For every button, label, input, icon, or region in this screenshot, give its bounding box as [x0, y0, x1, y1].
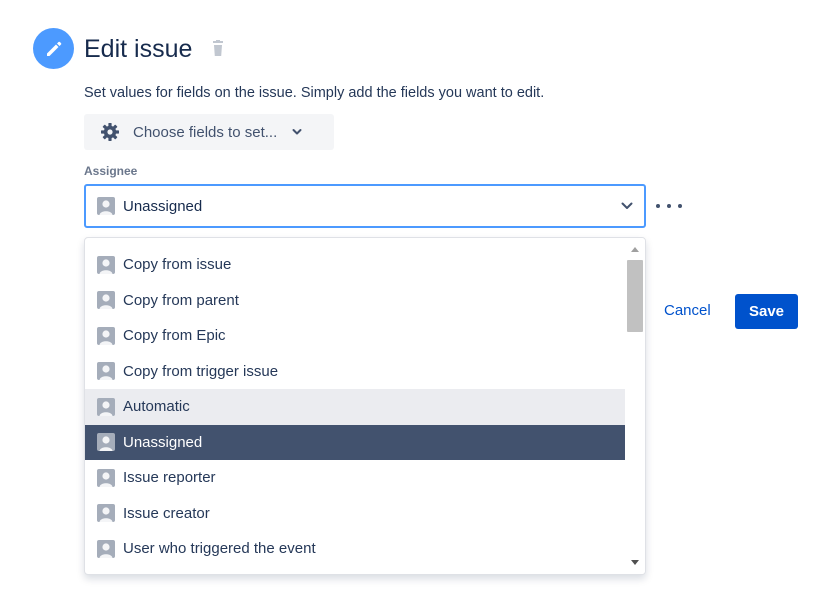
dropdown-list: Copy from issue Copy from parent Copy from… [85, 247, 626, 567]
dropdown-item-label: Copy from Epic [123, 327, 226, 345]
assignee-label: Assignee [84, 164, 138, 178]
choose-fields-label: Choose fields to set... [133, 123, 278, 141]
avatar-icon [97, 362, 115, 381]
dropdown-item[interactable]: Unassigned [85, 424, 626, 460]
trash-icon[interactable] [210, 40, 226, 58]
dropdown-item[interactable]: Copy from Epic [85, 318, 626, 354]
cancel-button[interactable]: Cancel [664, 300, 711, 322]
scroll-up-arrow-icon[interactable] [630, 245, 640, 253]
dropdown-item-label: Unassigned [123, 433, 203, 451]
dropdown-item-label: Copy from trigger issue [123, 362, 279, 380]
dropdown-item[interactable]: Issue reporter [85, 460, 626, 496]
dropdown-item[interactable]: Copy from issue [85, 247, 626, 283]
save-button[interactable]: Save [735, 294, 798, 329]
dropdown-item[interactable]: Copy from parent [85, 283, 626, 319]
avatar-icon [97, 468, 115, 487]
assignee-dropdown-menu: Copy from issue Copy from parent Copy from… [84, 237, 646, 575]
dropdown-item[interactable]: User who triggered the event [85, 531, 626, 567]
more-dot [656, 204, 660, 208]
dropdown-item-label: Issue creator [123, 504, 210, 522]
dropdown-item-label: Issue reporter [123, 469, 216, 487]
avatar-icon [97, 504, 115, 523]
avatar-icon [97, 197, 115, 215]
scrollbar-thumb[interactable] [627, 260, 643, 332]
pencil-icon [46, 41, 61, 56]
dropdown-item[interactable]: Issue creator [85, 496, 626, 532]
choose-fields-button[interactable]: Choose fields to set... [84, 114, 334, 150]
dropdown-item-label: Automatic [123, 398, 190, 416]
page-title: Edit issue [84, 35, 193, 63]
avatar-icon [97, 539, 115, 558]
more-dot [667, 204, 671, 208]
gear-icon [101, 123, 119, 141]
more-dot [678, 204, 682, 208]
avatar-icon [97, 291, 115, 310]
dropdown-item-label: User who triggered the event [123, 540, 316, 558]
assignee-select[interactable]: Unassigned [84, 184, 646, 228]
avatar-icon [97, 326, 115, 345]
chevron-down-icon [621, 202, 633, 209]
dropdown-item[interactable]: Automatic [85, 389, 626, 425]
assignee-value: Unassigned [123, 197, 203, 215]
dropdown-item-label: Copy from parent [123, 291, 239, 309]
scrollbar[interactable] [625, 238, 645, 574]
edit-issue-pencil-icon [33, 28, 74, 69]
scroll-down-arrow-icon[interactable] [630, 559, 640, 567]
dropdown-item[interactable]: Copy from trigger issue [85, 354, 626, 390]
avatar-icon [97, 433, 115, 452]
more-icon[interactable] [656, 196, 682, 216]
avatar-icon [97, 255, 115, 274]
page-description: Set values for fields on the issue. Simp… [84, 85, 545, 101]
chevron-down-icon [292, 129, 302, 135]
avatar-icon [97, 397, 115, 416]
dropdown-item-label: Copy from issue [123, 256, 232, 274]
